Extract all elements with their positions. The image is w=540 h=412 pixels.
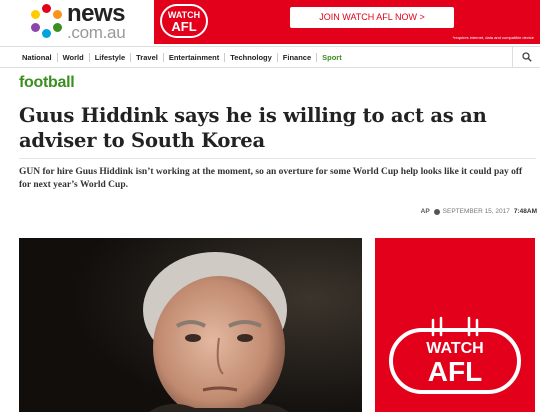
nav-item-sport[interactable]: Sport (317, 53, 347, 62)
nav-item-national[interactable]: National (17, 52, 58, 62)
headline-divider (19, 158, 536, 159)
nav-item-travel[interactable]: Travel (131, 52, 164, 62)
top-banner-ad[interactable]: WATCH AFL JOIN WATCH AFL NOW > *requires… (154, 0, 540, 44)
banner-logo-line2: AFL (171, 19, 197, 34)
side-ad-line1: WATCH (426, 340, 483, 357)
nav-item-lifestyle[interactable]: Lifestyle (90, 52, 132, 62)
site-header: news .com.au WATCH AFL JOIN WATCH AFL NO… (0, 0, 540, 44)
section-label[interactable]: football (19, 74, 75, 92)
side-banner-ad[interactable]: WATCH AFL (375, 238, 535, 412)
byline-author: AP (420, 208, 430, 215)
main-nav: National World Lifestyle Travel Entertai… (0, 46, 540, 68)
nav-item-world[interactable]: World (58, 52, 90, 62)
article-standfirst: GUN for hire Guus Hiddink isn’t working … (19, 167, 523, 190)
banner-fine-print: *requires internet, data and compatible … (452, 35, 534, 40)
article-photo-image (19, 238, 362, 412)
article-headline: Guus Hiddink says he is willing to act a… (19, 104, 487, 152)
search-button[interactable] (512, 47, 540, 67)
nav-item-technology[interactable]: Technology (225, 52, 278, 62)
nav-item-entertainment[interactable]: Entertainment (164, 52, 226, 62)
watch-afl-logo: WATCH AFL (160, 4, 208, 38)
logo-news-text: news (67, 0, 126, 27)
search-icon (521, 52, 532, 62)
side-ad-line2: AFL (428, 356, 482, 387)
watch-afl-ad-graphic: WATCH AFL (375, 238, 535, 412)
byline-date: SEPTEMBER 15, 2017 (442, 208, 510, 215)
logo-dots-icon (29, 4, 63, 38)
article-photo[interactable] (19, 238, 362, 412)
clock-icon (433, 208, 440, 215)
join-watch-afl-button[interactable]: JOIN WATCH AFL NOW > (290, 7, 454, 28)
byline-time: 7:48AM (513, 208, 537, 215)
site-logo[interactable]: news .com.au (29, 0, 126, 42)
nav-item-finance[interactable]: Finance (278, 52, 318, 62)
article-byline: AP SEPTEMBER 15, 2017 7:48AM (421, 208, 537, 215)
logo-domain-text: .com.au (67, 22, 126, 42)
